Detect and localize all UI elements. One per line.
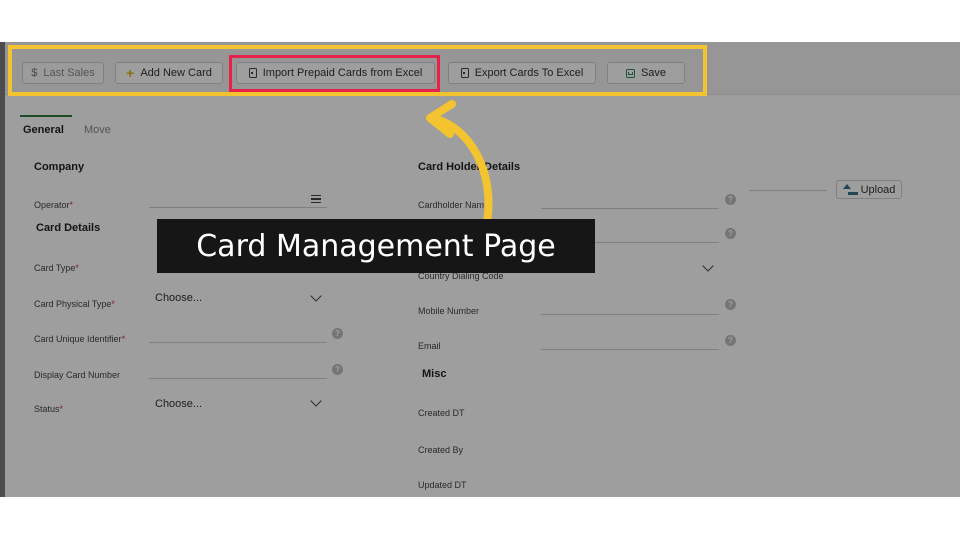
status-select[interactable]: Choose... bbox=[155, 398, 202, 410]
email-field[interactable] bbox=[541, 349, 719, 350]
tab-general[interactable]: General bbox=[23, 124, 64, 136]
card-unique-identifier-field[interactable] bbox=[149, 342, 327, 343]
tab-move[interactable]: Move bbox=[84, 124, 111, 136]
created-by-label: Created By bbox=[418, 445, 464, 455]
display-card-number-field[interactable] bbox=[149, 378, 327, 379]
operator-field[interactable] bbox=[149, 207, 327, 208]
chevron-down-icon[interactable] bbox=[310, 395, 322, 407]
help-icon[interactable]: ? bbox=[332, 328, 343, 339]
card-unique-identifier-label: Card Unique Identifier* bbox=[34, 334, 126, 344]
window-edge bbox=[0, 42, 5, 497]
upload-icon bbox=[842, 184, 851, 189]
import-button-highlight-frame bbox=[229, 55, 440, 92]
cardholder-name-field[interactable] bbox=[541, 208, 719, 209]
mobile-number-field[interactable] bbox=[541, 314, 719, 315]
card-details-section-title: Card Details bbox=[36, 222, 101, 234]
mobile-number-label: Mobile Number bbox=[418, 306, 480, 316]
active-tab-indicator bbox=[20, 115, 72, 117]
upload-label: Upload bbox=[860, 183, 896, 196]
help-icon[interactable]: ? bbox=[725, 194, 736, 205]
chevron-down-icon[interactable] bbox=[310, 290, 322, 302]
caption-banner: Card Management Page bbox=[157, 219, 595, 273]
card-type-label: Card Type* bbox=[34, 263, 79, 273]
cardholder-name-label: Cardholder Name bbox=[418, 200, 490, 210]
operator-label: Operator* bbox=[34, 200, 74, 210]
help-icon[interactable]: ? bbox=[332, 364, 343, 375]
chevron-down-icon[interactable] bbox=[702, 260, 714, 272]
created-dt-label: Created DT bbox=[418, 408, 465, 418]
card-physical-type-select[interactable]: Choose... bbox=[155, 292, 202, 304]
card-holder-section-title: Card Holder Details bbox=[418, 161, 521, 173]
image-file-field[interactable] bbox=[749, 190, 827, 191]
help-icon[interactable]: ? bbox=[725, 299, 736, 310]
help-icon[interactable]: ? bbox=[725, 228, 736, 239]
help-icon[interactable]: ? bbox=[725, 335, 736, 346]
email-label: Email bbox=[418, 341, 441, 351]
card-physical-type-label: Card Physical Type* bbox=[34, 299, 115, 309]
upload-button[interactable]: Upload bbox=[836, 180, 902, 199]
misc-section-title: Misc bbox=[422, 368, 447, 380]
status-label: Status* bbox=[34, 404, 64, 414]
list-icon[interactable] bbox=[311, 195, 321, 203]
display-card-number-label: Display Card Number bbox=[34, 370, 121, 380]
company-section-title: Company bbox=[34, 161, 85, 173]
updated-dt-label: Updated DT bbox=[418, 480, 467, 490]
